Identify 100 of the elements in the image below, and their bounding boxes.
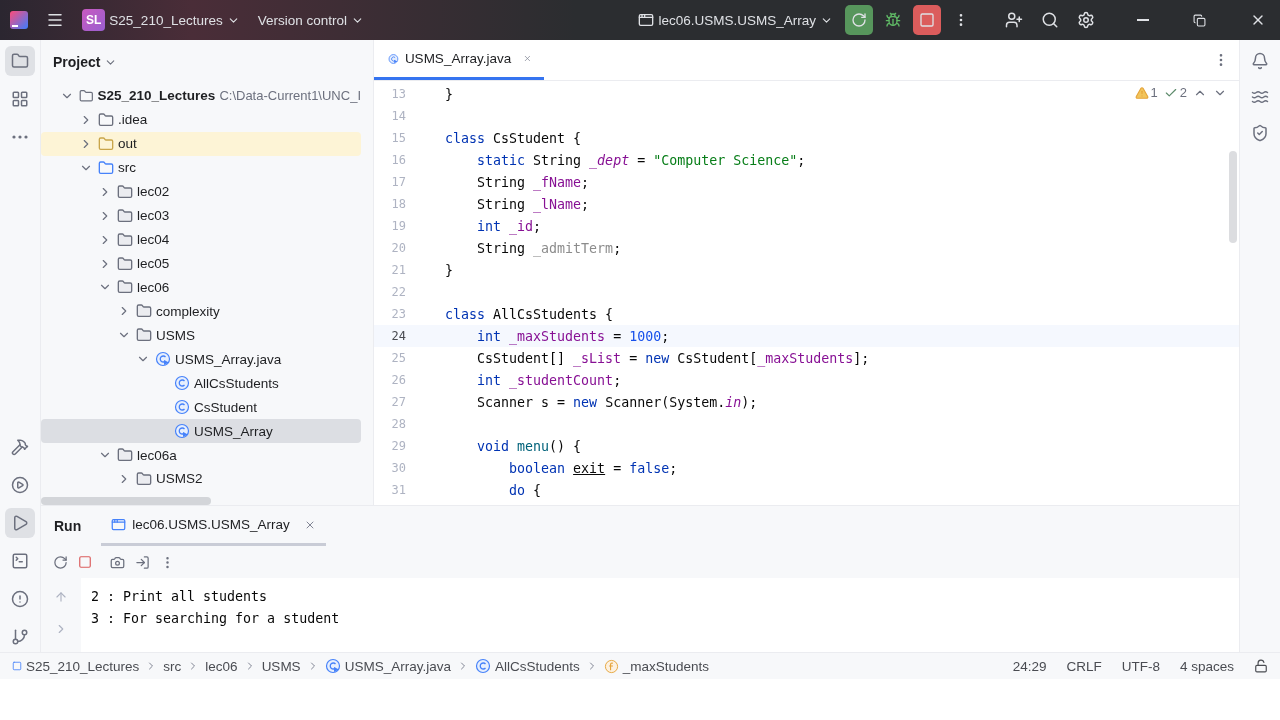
code-line: boolean exit = false; bbox=[508, 460, 678, 476]
breadcrumb-label: AllCsStudents bbox=[494, 658, 580, 674]
code-line: class CsStudent { bbox=[445, 130, 582, 146]
warning-count[interactable]: 1 bbox=[1134, 85, 1158, 100]
folder-icon bbox=[11, 52, 29, 70]
run-panel-title: Run bbox=[54, 518, 82, 534]
restore-icon bbox=[1193, 13, 1206, 27]
tab-label: USMS_Array.java bbox=[404, 51, 512, 66]
tree-item[interactable]: complexity bbox=[41, 299, 361, 324]
vcs-label: Version control bbox=[257, 12, 347, 28]
tree-item[interactable]: lec05 bbox=[41, 251, 361, 276]
weak-warning-count[interactable]: 2 bbox=[1163, 85, 1187, 100]
shield-icon[interactable] bbox=[1251, 124, 1269, 142]
add-user-icon bbox=[1005, 11, 1023, 29]
swirl-icon[interactable] bbox=[1251, 88, 1269, 106]
class-icon bbox=[174, 375, 190, 392]
tree-item[interactable]: src bbox=[41, 155, 361, 180]
count-label: 1 bbox=[1150, 85, 1158, 100]
breadcrumb[interactable]: USMS bbox=[261, 658, 301, 674]
editor-tab[interactable]: USMS_Array.java bbox=[374, 40, 544, 80]
tree-item[interactable]: .idea bbox=[41, 107, 361, 132]
breadcrumb-label: USMS_Array.java bbox=[344, 658, 451, 674]
count-label: 2 bbox=[1179, 85, 1187, 100]
status-item[interactable]: 4 spaces bbox=[1179, 658, 1234, 674]
java-class-icon bbox=[324, 658, 341, 674]
breadcrumb-label: _maxStudents bbox=[622, 658, 710, 674]
tool-window-button[interactable] bbox=[5, 46, 35, 76]
rerun-button[interactable] bbox=[845, 5, 873, 35]
tree-item[interactable]: lec06 bbox=[41, 275, 361, 300]
vcs-menu[interactable]: Version control bbox=[251, 5, 370, 35]
tree-item[interactable]: lec03 bbox=[41, 203, 361, 228]
breadcrumb[interactable]: USMS_Array.java bbox=[324, 658, 451, 674]
tree-item[interactable]: USMS2 bbox=[41, 467, 361, 491]
grid-icon bbox=[11, 90, 29, 108]
tree-item[interactable]: USMS_Array bbox=[41, 419, 361, 444]
camera-icon[interactable] bbox=[110, 554, 125, 570]
rerun-icon[interactable] bbox=[53, 554, 68, 570]
scrollbar[interactable] bbox=[1229, 151, 1237, 243]
code-line: int _id; bbox=[476, 218, 542, 234]
tree-item[interactable]: lec04 bbox=[41, 227, 361, 252]
project-switcher[interactable]: SL S25_210_Lectures bbox=[76, 5, 246, 35]
package-icon bbox=[136, 303, 152, 320]
code-line: String _fName; bbox=[476, 174, 590, 190]
folder-icon bbox=[98, 135, 114, 152]
stop-icon bbox=[919, 12, 935, 28]
status-item[interactable]: UTF-8 bbox=[1121, 658, 1160, 674]
breadcrumb[interactable]: AllCsStudents bbox=[474, 658, 580, 674]
warning-icon bbox=[1134, 85, 1149, 100]
tree-item[interactable]: CsStudent bbox=[41, 395, 361, 420]
line-number: 14 bbox=[390, 109, 406, 123]
folder-icon bbox=[98, 159, 114, 176]
tree-item[interactable]: AllCsStudents bbox=[41, 371, 361, 396]
lock-icon[interactable] bbox=[1254, 659, 1268, 673]
branch-icon bbox=[11, 628, 29, 646]
stop-button[interactable] bbox=[913, 5, 941, 35]
line-number: 16 bbox=[390, 153, 406, 167]
scrollbar[interactable] bbox=[41, 496, 211, 505]
console-line: 3 : For searching for a student bbox=[91, 610, 340, 628]
code-line: Scanner s = new Scanner(System.in); bbox=[476, 394, 758, 410]
status-item[interactable]: CRLF bbox=[1066, 658, 1102, 674]
run-tab[interactable]: lec06.USMS.USMS_Array bbox=[101, 506, 326, 546]
tree-item[interactable]: lec02 bbox=[41, 179, 361, 204]
tree-item[interactable]: USMS_Array.java bbox=[41, 347, 361, 372]
field-icon bbox=[603, 658, 619, 674]
menu-icon bbox=[46, 11, 64, 29]
breadcrumb[interactable]: src bbox=[163, 658, 182, 674]
line-number: 26 bbox=[390, 373, 406, 387]
status-item[interactable]: 24:29 bbox=[1012, 658, 1047, 674]
code-line: void menu() { bbox=[476, 438, 582, 454]
alert-icon bbox=[11, 590, 29, 608]
line-number: 22 bbox=[390, 285, 406, 299]
line-number: 21 bbox=[390, 263, 406, 277]
app-logo-icon[interactable] bbox=[10, 11, 28, 29]
tree-item[interactable]: lec06a bbox=[41, 443, 361, 467]
settings-icon bbox=[1077, 11, 1095, 29]
bug-icon bbox=[885, 12, 901, 28]
class-icon bbox=[474, 658, 491, 674]
code-line: static String _dept = "Computer Science"; bbox=[476, 152, 806, 168]
breadcrumb[interactable]: _maxStudents bbox=[603, 658, 710, 674]
line-number: 31 bbox=[390, 483, 406, 497]
tool-window-button[interactable] bbox=[5, 508, 35, 538]
line-number: 20 bbox=[390, 241, 406, 255]
exit-icon[interactable] bbox=[135, 554, 150, 570]
tree-item[interactable]: USMS bbox=[41, 323, 361, 348]
line-number: 28 bbox=[390, 417, 406, 431]
minimize-icon bbox=[1137, 19, 1149, 21]
package-icon bbox=[117, 255, 133, 272]
run-config-selector[interactable]: lec06.USMS.USMS_Array bbox=[632, 5, 839, 35]
line-number: 18 bbox=[390, 197, 406, 211]
breadcrumb[interactable]: lec06 bbox=[205, 658, 238, 674]
module-icon bbox=[12, 661, 22, 671]
project-panel-title[interactable]: Project bbox=[53, 54, 118, 70]
code-line: String _admitTerm; bbox=[476, 240, 622, 256]
tree-item[interactable]: out bbox=[41, 131, 361, 156]
line-number: 15 bbox=[390, 131, 406, 145]
package-icon bbox=[136, 327, 152, 344]
tree-item[interactable]: S25_210_Lectures C:\Data-Current1\UNC_I bbox=[41, 84, 361, 108]
code-line: CsStudent[] _sList = new CsStudent[_maxStudents]; bbox=[476, 350, 870, 366]
notifications-icon[interactable] bbox=[1251, 52, 1269, 70]
stop-icon[interactable] bbox=[78, 555, 92, 569]
